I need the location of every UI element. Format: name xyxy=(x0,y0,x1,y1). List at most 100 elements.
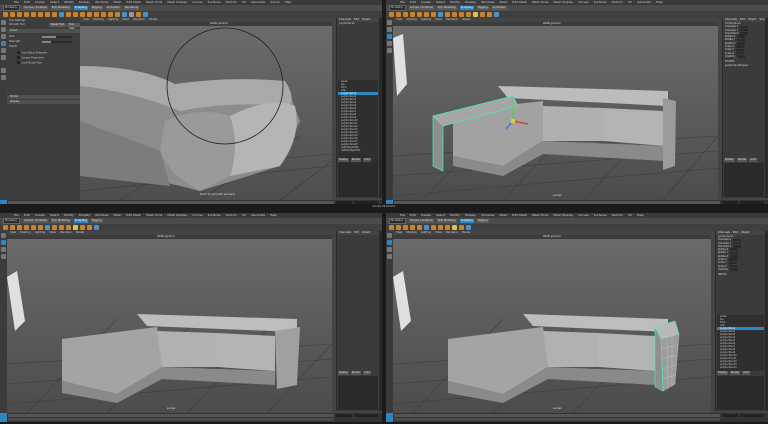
tab-object[interactable]: Object xyxy=(362,18,370,22)
grab-brush-icon[interactable] xyxy=(410,12,415,17)
channel-value-field[interactable] xyxy=(737,55,746,58)
wax-brush-icon[interactable] xyxy=(73,12,78,17)
smear-brush-icon[interactable] xyxy=(487,12,492,17)
transform-icon[interactable] xyxy=(136,12,141,17)
strength-slider[interactable] xyxy=(42,41,72,43)
fill-brush-icon[interactable] xyxy=(473,12,478,17)
flatten-brush-icon[interactable] xyxy=(38,12,43,17)
sculpt-brush-icon[interactable] xyxy=(389,12,394,17)
end-frame-field[interactable] xyxy=(336,414,352,417)
scale-tool-icon[interactable] xyxy=(1,55,6,60)
repeat-brush-icon[interactable] xyxy=(59,12,64,17)
layer-editor[interactable] xyxy=(338,376,378,410)
shelf-tab-animation[interactable]: Animation xyxy=(491,6,507,10)
channel-value-field[interactable] xyxy=(730,268,739,271)
shelf-tab-sculpting[interactable]: Sculpting xyxy=(459,6,474,10)
flatten-brush-icon[interactable] xyxy=(38,225,43,230)
repeat-brush-icon[interactable] xyxy=(445,225,450,230)
shelf-tab-poly[interactable]: Poly Modeling xyxy=(436,219,457,223)
relax-brush-icon[interactable] xyxy=(17,12,22,17)
screen-projection-checkbox[interactable]: Screen Projection xyxy=(17,56,78,60)
move-tool-icon[interactable] xyxy=(1,240,6,245)
pinch-brush-icon[interactable] xyxy=(417,225,422,230)
amplify-brush-icon[interactable] xyxy=(115,12,120,17)
foamy-brush-icon[interactable] xyxy=(431,12,436,17)
sculpt-brush-icon[interactable] xyxy=(3,225,8,230)
smear-brush-icon[interactable] xyxy=(101,12,106,17)
sculpt-brush-icon[interactable] xyxy=(389,225,394,230)
shelf-tab-sculpting[interactable]: Sculpting xyxy=(73,219,88,223)
shelf-tab-curves[interactable]: Curves / Surfaces xyxy=(23,219,48,223)
layer-editor[interactable] xyxy=(717,376,764,410)
channel-value-field[interactable] xyxy=(737,38,746,42)
shelf-tab-sculpting[interactable]: Sculpting xyxy=(459,219,474,223)
selected-arm-wireframe[interactable] xyxy=(654,320,680,392)
tab-display[interactable]: Display xyxy=(724,158,735,162)
flatten-brush-icon[interactable] xyxy=(424,225,429,230)
repeat-brush-icon[interactable] xyxy=(445,12,450,17)
viewport-sculpt[interactable]: View Shading Lighting Show Renderer Pane… xyxy=(80,18,332,200)
paint-select-icon[interactable] xyxy=(1,34,6,39)
channel-value-field[interactable] xyxy=(740,25,749,29)
imprint-brush-icon[interactable] xyxy=(66,12,71,17)
fill-brush-icon[interactable] xyxy=(87,225,92,230)
spray-brush-icon[interactable] xyxy=(52,12,57,17)
knife-brush-icon[interactable] xyxy=(94,12,99,17)
layer-editor[interactable] xyxy=(338,163,378,197)
smooth-brush-icon[interactable] xyxy=(396,12,401,17)
pinch-brush-icon[interactable] xyxy=(417,12,422,17)
freeze-brush-icon[interactable] xyxy=(466,225,471,230)
tab-anim[interactable]: Anim xyxy=(749,158,758,162)
rotate-tool-icon[interactable] xyxy=(1,48,6,53)
move-tool-icon[interactable] xyxy=(387,34,392,39)
foamy-brush-icon[interactable] xyxy=(45,225,50,230)
outliner-item[interactable]: polySurface14 xyxy=(717,366,764,369)
viewport-sofa[interactable]: View Shading Lighting Show Renderer Pane… xyxy=(7,231,332,413)
shelf-tab-rigging[interactable]: Rigging xyxy=(476,219,489,223)
shelf-tab-rigging[interactable]: Rigging xyxy=(476,6,489,10)
channel-attribute-row[interactable]: Visibility xyxy=(716,268,765,271)
smooth-brush-icon[interactable] xyxy=(396,225,401,230)
knife-brush-icon[interactable] xyxy=(480,12,485,17)
freeze-brush-icon[interactable] xyxy=(122,12,127,17)
sculpt-layer-icon[interactable] xyxy=(143,12,148,17)
tab-edit[interactable]: Edit xyxy=(354,231,359,235)
sculpt-brush-icon[interactable] xyxy=(3,12,8,17)
tab-render[interactable]: Render xyxy=(350,371,362,375)
viewport-right-arm[interactable]: View Shading Lighting Show Renderer Pane… xyxy=(393,231,711,413)
tab-render[interactable]: Render xyxy=(729,371,741,375)
select-tool-icon[interactable] xyxy=(387,233,392,238)
size-slider[interactable] xyxy=(42,36,72,38)
scale-tool-icon[interactable] xyxy=(387,48,392,53)
viewport-select-arm[interactable]: View Shading Lighting Show Renderer Pane… xyxy=(393,18,718,200)
relax-brush-icon[interactable] xyxy=(403,225,408,230)
grab-brush-icon[interactable] xyxy=(410,225,415,230)
channel-value-field[interactable] xyxy=(728,261,737,265)
fill-brush-icon[interactable] xyxy=(87,12,92,17)
select-tool-icon[interactable] xyxy=(387,20,392,25)
imprint-brush-icon[interactable] xyxy=(66,225,71,230)
scrape-brush-icon[interactable] xyxy=(80,12,85,17)
range-slider[interactable] xyxy=(394,418,720,421)
tab-channels[interactable]: Channels xyxy=(339,231,351,235)
wax-brush-icon[interactable] xyxy=(459,225,464,230)
layer-editor[interactable] xyxy=(724,163,764,197)
fps-field[interactable] xyxy=(354,414,378,417)
tab-render[interactable]: Render xyxy=(736,158,748,162)
timeline-bar[interactable] xyxy=(8,414,334,417)
mask-icon[interactable] xyxy=(129,12,134,17)
tab-display[interactable]: Display xyxy=(338,371,349,375)
scale-tool-icon[interactable] xyxy=(387,254,392,259)
channel-value-field[interactable] xyxy=(730,251,739,255)
shelf-tab-rendering[interactable]: Rendering xyxy=(123,6,140,10)
imprint-brush-icon[interactable] xyxy=(452,225,457,230)
freeze-brush-icon[interactable] xyxy=(494,12,499,17)
wax-brush-icon[interactable] xyxy=(73,225,78,230)
stylus-pressure-checkbox[interactable]: Use Stylus Pressure xyxy=(17,51,78,55)
move-tool-icon[interactable] xyxy=(387,240,392,245)
end-frame-field[interactable] xyxy=(722,414,738,417)
relax-brush-icon[interactable] xyxy=(403,12,408,17)
tab-object[interactable]: Object xyxy=(362,231,370,235)
shelf-tab-rigging[interactable]: Rigging xyxy=(90,6,103,10)
shelf-tab-poly[interactable]: Poly Modeling xyxy=(50,219,71,223)
